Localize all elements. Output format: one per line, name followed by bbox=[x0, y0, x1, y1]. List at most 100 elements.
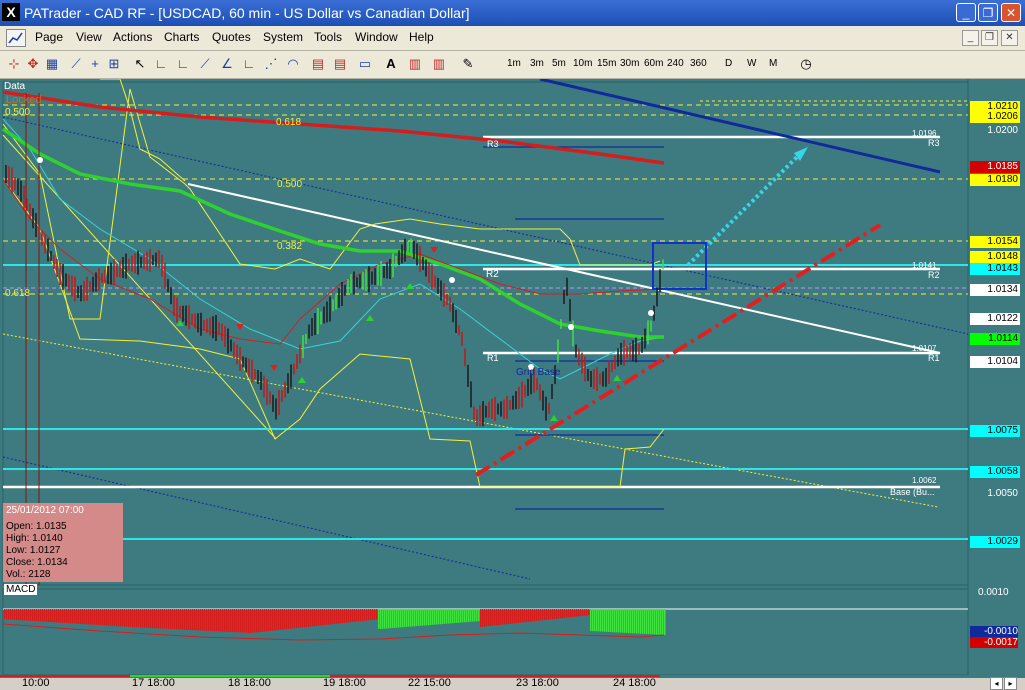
period-monthly[interactable]: M bbox=[769, 58, 777, 69]
menu-actions[interactable]: Actions bbox=[113, 30, 152, 44]
timeframe-1m[interactable]: 1m bbox=[507, 58, 521, 69]
ohlc-volume: Vol.: 2128 bbox=[6, 569, 51, 580]
title-bar: X PATrader - CAD RF - [USDCAD, 60 min - … bbox=[0, 0, 1025, 26]
price-axis-label: 1.0200 bbox=[970, 125, 1020, 137]
ohlc-close: Close: 1.0134 bbox=[6, 557, 68, 568]
pen-tool-icon[interactable]: ✎ bbox=[460, 56, 476, 72]
fib-arc-icon[interactable]: ◠ bbox=[285, 56, 301, 72]
fib-extension-icon[interactable]: ▤ bbox=[332, 56, 348, 72]
price-axis-label: 1.0122 bbox=[970, 313, 1020, 325]
menu-tools[interactable]: Tools bbox=[314, 30, 342, 44]
ohlc-low: Low: 1.0127 bbox=[6, 545, 61, 556]
scroll-right-button[interactable]: ▸ bbox=[1004, 677, 1017, 690]
crosshair-tool-icon[interactable]: ⊹ bbox=[6, 56, 22, 72]
line-chart-icon[interactable]: ⟋ bbox=[68, 56, 84, 72]
vline-tool-icon[interactable]: ∟ bbox=[175, 56, 191, 72]
hline-tool-icon[interactable]: ∟ bbox=[153, 56, 169, 72]
chart-canvas bbox=[2, 79, 1025, 675]
pivot-r2-label: R2 bbox=[928, 270, 940, 280]
menu-page[interactable]: Page bbox=[35, 30, 63, 44]
timeframe-360[interactable]: 360 bbox=[690, 58, 707, 69]
support-resistance-levels bbox=[3, 264, 968, 540]
price-axis-label: 1.0148 bbox=[970, 251, 1020, 263]
clock-icon[interactable]: ◷ bbox=[798, 56, 814, 72]
chart-window-icon[interactable] bbox=[6, 29, 26, 47]
price-bars bbox=[5, 165, 664, 427]
pivot-r2-left-label: R2 bbox=[486, 269, 499, 280]
ohlc-high: High: 1.0140 bbox=[6, 533, 63, 544]
menu-charts[interactable]: Charts bbox=[164, 30, 199, 44]
time-axis: 10:00 17 18:00 18 18:00 19 18:00 22 15:0… bbox=[0, 675, 1025, 690]
price-axis-label: 1.0114 bbox=[970, 333, 1020, 345]
line-value-1: 1.0196 bbox=[912, 129, 937, 138]
macd-label[interactable]: MACD bbox=[4, 584, 38, 595]
mdi-restore-button[interactable]: ❐ bbox=[981, 30, 998, 46]
pattern-tool-icon[interactable]: ▥ bbox=[407, 56, 423, 72]
pivot-lines bbox=[3, 135, 940, 489]
timeframe-15m[interactable]: 15m bbox=[597, 58, 616, 69]
price-axis-label: 1.0134 bbox=[970, 284, 1020, 296]
minimize-button[interactable]: _ bbox=[956, 3, 976, 22]
channel-tool-icon[interactable]: ∠ bbox=[219, 56, 235, 72]
base-label: Base (Bu... bbox=[890, 487, 935, 497]
rectangle-tool-icon[interactable]: ▭ bbox=[357, 56, 373, 72]
menu-window[interactable]: Window bbox=[355, 30, 398, 44]
long-trend-line bbox=[539, 79, 941, 174]
price-axis-label: 1.0143 bbox=[970, 263, 1020, 275]
maximize-button[interactable]: ❐ bbox=[978, 3, 998, 22]
timeframe-240[interactable]: 240 bbox=[667, 58, 684, 69]
timeframe-60m[interactable]: 60m bbox=[644, 58, 663, 69]
long-moving-average bbox=[2, 90, 665, 165]
window-title: PATrader - CAD RF - [USDCAD, 60 min - US… bbox=[24, 5, 470, 21]
timeframe-10m[interactable]: 10m bbox=[573, 58, 592, 69]
move-tool-icon[interactable]: ✥ bbox=[25, 56, 41, 72]
price-axis-label: 1.0180 bbox=[970, 174, 1020, 186]
app-icon[interactable]: X bbox=[2, 3, 20, 21]
menu-help[interactable]: Help bbox=[409, 30, 434, 44]
pivot-r1-label: R1 bbox=[928, 353, 940, 363]
zoom-tool-icon[interactable]: ▦ bbox=[44, 56, 60, 72]
timeframe-30m[interactable]: 30m bbox=[620, 58, 639, 69]
line-value-4: 1.0062 bbox=[912, 476, 937, 485]
angle-tool-icon[interactable]: ∟ bbox=[241, 56, 257, 72]
time-label-4: 22 15:00 bbox=[408, 677, 451, 689]
ohlc-open: Open: 1.0135 bbox=[6, 521, 67, 532]
price-chart[interactable]: Data Locked 0.500 0.618 0.500 0.382 0.61… bbox=[0, 79, 1025, 675]
fib-fan-icon[interactable]: ⋰ bbox=[263, 56, 279, 72]
mdi-close-button[interactable]: ✕ bbox=[1001, 30, 1018, 46]
pointer-icon[interactable]: ↖ bbox=[132, 56, 148, 72]
period-weekly[interactable]: W bbox=[747, 58, 756, 69]
text-tool-icon[interactable]: A bbox=[383, 56, 399, 72]
period-daily[interactable]: D bbox=[725, 58, 732, 69]
indicator-tool-icon[interactable]: ▥ bbox=[431, 56, 447, 72]
macd-value-1: -0.0010 bbox=[970, 626, 1018, 637]
scroll-left-button[interactable]: ◂ bbox=[990, 677, 1003, 690]
price-axis-label: 1.0050 bbox=[970, 488, 1020, 500]
timeframe-3m[interactable]: 3m bbox=[530, 58, 544, 69]
price-axis-label: 1.0075 bbox=[970, 425, 1020, 437]
trendline-tool-icon[interactable]: ⟋ bbox=[197, 56, 213, 72]
pivot-r1-left-label: R1 bbox=[487, 353, 499, 363]
mdi-minimize-button[interactable]: _ bbox=[962, 30, 979, 46]
menu-quotes[interactable]: Quotes bbox=[212, 30, 251, 44]
close-button[interactable]: ✕ bbox=[1001, 3, 1021, 22]
fib-retracement-icon[interactable]: ▤ bbox=[310, 56, 326, 72]
ohlc-info-panel: 25/01/2012 07:00 Open: 1.0135 High: 1.01… bbox=[3, 503, 123, 582]
time-label-0: 10:00 bbox=[22, 677, 50, 689]
price-axis-label: 1.0029 bbox=[970, 536, 1020, 548]
grid-icon[interactable]: ⊞ bbox=[106, 56, 122, 72]
fib-382-label: 0.382 bbox=[277, 241, 303, 252]
data-label[interactable]: Data bbox=[4, 81, 25, 92]
menu-system[interactable]: System bbox=[263, 30, 303, 44]
fib-618-label: 0.618 bbox=[276, 117, 302, 128]
time-label-2: 18 18:00 bbox=[228, 677, 271, 689]
crosshair-icon[interactable]: + bbox=[87, 56, 103, 72]
timeframe-5m[interactable]: 5m bbox=[552, 58, 566, 69]
pivot-r3-label: R3 bbox=[928, 138, 940, 148]
ohlc-datetime: 25/01/2012 07:00 bbox=[6, 505, 84, 516]
fib-500-top-label: 0.500 bbox=[5, 107, 31, 118]
menu-view[interactable]: View bbox=[76, 30, 102, 44]
price-axis-label: 1.0058 bbox=[970, 466, 1020, 478]
price-axis-label: 1.0104 bbox=[970, 356, 1020, 368]
line-value-2: 1.0141 bbox=[912, 261, 937, 270]
